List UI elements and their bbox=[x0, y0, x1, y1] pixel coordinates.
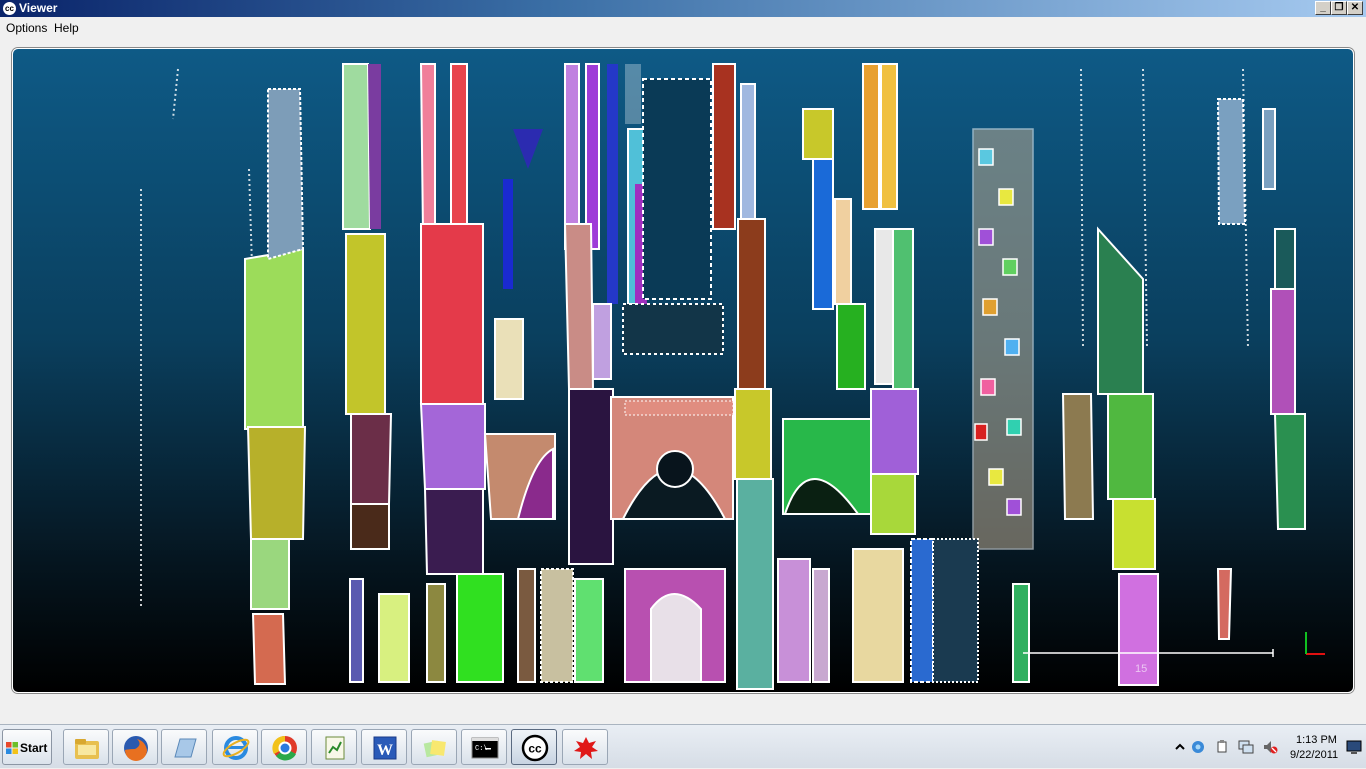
notes-icon bbox=[174, 738, 197, 758]
close-button[interactable]: ✕ bbox=[1347, 1, 1363, 15]
svg-text:W: W bbox=[377, 742, 393, 759]
taskbar-command-prompt[interactable]: C:\ bbox=[461, 729, 507, 765]
window-title: Viewer bbox=[19, 1, 58, 15]
menu-options[interactable]: Options bbox=[6, 21, 47, 35]
taskbar-notes[interactable] bbox=[161, 729, 207, 765]
file-explorer-icon bbox=[75, 739, 99, 759]
app-icon: cc bbox=[3, 2, 16, 15]
notepad-icon bbox=[325, 736, 345, 760]
title-bar[interactable]: cc Viewer _ ❐ ✕ bbox=[0, 0, 1366, 17]
clock-date[interactable]: 9/22/2011 bbox=[1290, 749, 1338, 761]
firefox-icon bbox=[124, 736, 148, 761]
word-icon: W bbox=[373, 736, 397, 760]
point-cloud-render bbox=[140, 63, 1325, 690]
taskbar-word[interactable]: W bbox=[361, 729, 407, 765]
menu-help[interactable]: Help bbox=[54, 21, 79, 35]
system-tray bbox=[1166, 725, 1366, 769]
taskbar-sticky-notes[interactable] bbox=[411, 729, 457, 765]
cloudcompare-icon: cc bbox=[521, 734, 549, 762]
taskbar-firefox[interactable] bbox=[112, 729, 158, 765]
taskbar-splash-app[interactable] bbox=[562, 729, 608, 765]
taskbar-file-explorer[interactable] bbox=[63, 729, 109, 765]
taskbar-internet-explorer[interactable] bbox=[212, 729, 258, 765]
scale-label: 15 bbox=[1135, 663, 1148, 675]
3d-viewer[interactable]: 15 bbox=[12, 48, 1354, 693]
svg-text:cc: cc bbox=[528, 742, 542, 756]
splash-app-icon bbox=[574, 737, 598, 759]
command-prompt-icon: C:\ bbox=[471, 737, 499, 759]
start-label: Start bbox=[20, 741, 48, 755]
start-button[interactable]: Start bbox=[2, 729, 52, 765]
minimize-button[interactable]: _ bbox=[1315, 1, 1331, 15]
internet-explorer-icon bbox=[222, 736, 250, 760]
windows-logo-icon bbox=[6, 742, 18, 754]
clock-time[interactable]: 1:13 PM bbox=[1296, 734, 1337, 746]
taskbar-chrome[interactable] bbox=[261, 729, 307, 765]
network-status-icon[interactable] bbox=[1190, 739, 1206, 755]
restore-button[interactable]: ❐ bbox=[1331, 1, 1347, 15]
sticky-notes-icon bbox=[423, 740, 446, 758]
taskbar-cloudcompare[interactable]: cc bbox=[511, 729, 557, 765]
network-icon[interactable] bbox=[1238, 739, 1254, 755]
taskbar: Start W C:\ cc 1:13 PM 9/22/2011 bbox=[0, 724, 1366, 768]
volume-muted-icon[interactable] bbox=[1262, 739, 1278, 755]
usb-icon[interactable] bbox=[1214, 739, 1230, 755]
menu-bar: Options Help bbox=[0, 17, 1366, 39]
show-desktop-icon[interactable] bbox=[1346, 739, 1362, 755]
taskbar-notepad[interactable] bbox=[311, 729, 357, 765]
chrome-icon bbox=[272, 735, 297, 761]
show-hidden-icons-icon[interactable] bbox=[1172, 739, 1188, 755]
